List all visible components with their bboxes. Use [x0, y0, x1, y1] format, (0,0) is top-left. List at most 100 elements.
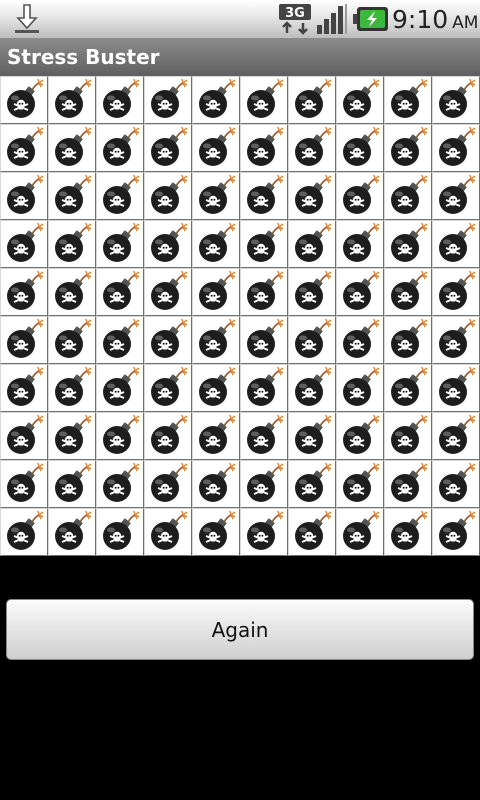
bomb-cell[interactable] [384, 172, 432, 220]
bomb-cell[interactable] [336, 76, 384, 124]
bomb-cell[interactable] [144, 172, 192, 220]
bomb-cell[interactable] [144, 268, 192, 316]
bomb-cell[interactable] [336, 412, 384, 460]
bomb-cell[interactable] [192, 508, 240, 556]
bomb-cell[interactable] [336, 124, 384, 172]
bomb-cell[interactable] [192, 124, 240, 172]
bomb-cell[interactable] [96, 364, 144, 412]
bomb-cell[interactable] [192, 172, 240, 220]
bomb-cell[interactable] [384, 460, 432, 508]
bomb-cell[interactable] [96, 508, 144, 556]
bomb-cell[interactable] [192, 220, 240, 268]
bomb-cell[interactable] [384, 220, 432, 268]
bomb-cell[interactable] [48, 268, 96, 316]
bomb-cell[interactable] [48, 412, 96, 460]
bomb-cell[interactable] [192, 364, 240, 412]
bomb-cell[interactable] [432, 460, 480, 508]
bomb-cell[interactable] [0, 316, 48, 364]
bomb-cell[interactable] [384, 268, 432, 316]
bomb-cell[interactable] [0, 220, 48, 268]
bomb-cell[interactable] [336, 316, 384, 364]
bomb-cell[interactable] [0, 268, 48, 316]
bomb-cell[interactable] [336, 268, 384, 316]
bomb-cell[interactable] [288, 460, 336, 508]
bomb-cell[interactable] [384, 508, 432, 556]
bomb-cell[interactable] [240, 124, 288, 172]
bomb-cell[interactable] [0, 172, 48, 220]
bomb-cell[interactable] [0, 124, 48, 172]
bomb-cell[interactable] [288, 364, 336, 412]
bomb-cell[interactable] [288, 412, 336, 460]
bomb-cell[interactable] [0, 508, 48, 556]
bomb-cell[interactable] [240, 460, 288, 508]
bomb-cell[interactable] [96, 412, 144, 460]
bomb-cell[interactable] [0, 412, 48, 460]
bomb-cell[interactable] [48, 220, 96, 268]
bomb-cell[interactable] [384, 316, 432, 364]
bomb-cell[interactable] [240, 220, 288, 268]
bomb-cell[interactable] [144, 364, 192, 412]
bomb-cell[interactable] [240, 268, 288, 316]
bomb-cell[interactable] [240, 76, 288, 124]
bomb-cell[interactable] [144, 76, 192, 124]
bomb-cell[interactable] [48, 508, 96, 556]
bomb-cell[interactable] [192, 268, 240, 316]
bomb-cell[interactable] [432, 124, 480, 172]
bomb-cell[interactable] [0, 364, 48, 412]
bomb-cell[interactable] [240, 412, 288, 460]
bomb-cell[interactable] [336, 364, 384, 412]
bomb-cell[interactable] [336, 460, 384, 508]
bomb-cell[interactable] [144, 316, 192, 364]
bomb-cell[interactable] [240, 364, 288, 412]
bomb-cell[interactable] [144, 412, 192, 460]
bomb-cell[interactable] [96, 76, 144, 124]
bomb-cell[interactable] [0, 460, 48, 508]
bomb-cell[interactable] [0, 76, 48, 124]
bomb-cell[interactable] [432, 76, 480, 124]
bomb-cell[interactable] [144, 220, 192, 268]
bomb-cell[interactable] [96, 268, 144, 316]
bomb-cell[interactable] [384, 412, 432, 460]
bomb-cell[interactable] [432, 364, 480, 412]
bomb-cell[interactable] [48, 460, 96, 508]
bomb-cell[interactable] [384, 124, 432, 172]
again-button[interactable]: Again [6, 599, 474, 660]
bomb-cell[interactable] [48, 76, 96, 124]
bomb-cell[interactable] [48, 124, 96, 172]
bomb-cell[interactable] [192, 460, 240, 508]
bomb-cell[interactable] [48, 316, 96, 364]
bomb-cell[interactable] [336, 508, 384, 556]
download-icon[interactable] [10, 2, 44, 36]
bomb-cell[interactable] [96, 460, 144, 508]
bomb-cell[interactable] [240, 172, 288, 220]
bomb-cell[interactable] [96, 124, 144, 172]
bomb-cell[interactable] [192, 76, 240, 124]
bomb-cell[interactable] [288, 76, 336, 124]
bomb-cell[interactable] [288, 508, 336, 556]
bomb-cell[interactable] [144, 460, 192, 508]
bomb-cell[interactable] [288, 220, 336, 268]
bomb-cell[interactable] [48, 172, 96, 220]
bomb-cell[interactable] [288, 172, 336, 220]
bomb-cell[interactable] [288, 124, 336, 172]
bomb-cell[interactable] [336, 172, 384, 220]
bomb-cell[interactable] [192, 412, 240, 460]
bomb-cell[interactable] [336, 220, 384, 268]
bomb-cell[interactable] [96, 220, 144, 268]
bomb-cell[interactable] [432, 172, 480, 220]
bomb-cell[interactable] [432, 220, 480, 268]
bomb-cell[interactable] [96, 172, 144, 220]
bomb-cell[interactable] [432, 316, 480, 364]
bomb-cell[interactable] [96, 316, 144, 364]
bomb-cell[interactable] [144, 508, 192, 556]
bomb-cell[interactable] [432, 508, 480, 556]
bomb-cell[interactable] [240, 316, 288, 364]
bomb-cell[interactable] [288, 268, 336, 316]
bomb-cell[interactable] [144, 124, 192, 172]
bomb-cell[interactable] [432, 268, 480, 316]
bomb-cell[interactable] [384, 364, 432, 412]
bomb-cell[interactable] [192, 316, 240, 364]
bomb-cell[interactable] [384, 76, 432, 124]
bomb-cell[interactable] [432, 412, 480, 460]
bomb-cell[interactable] [288, 316, 336, 364]
